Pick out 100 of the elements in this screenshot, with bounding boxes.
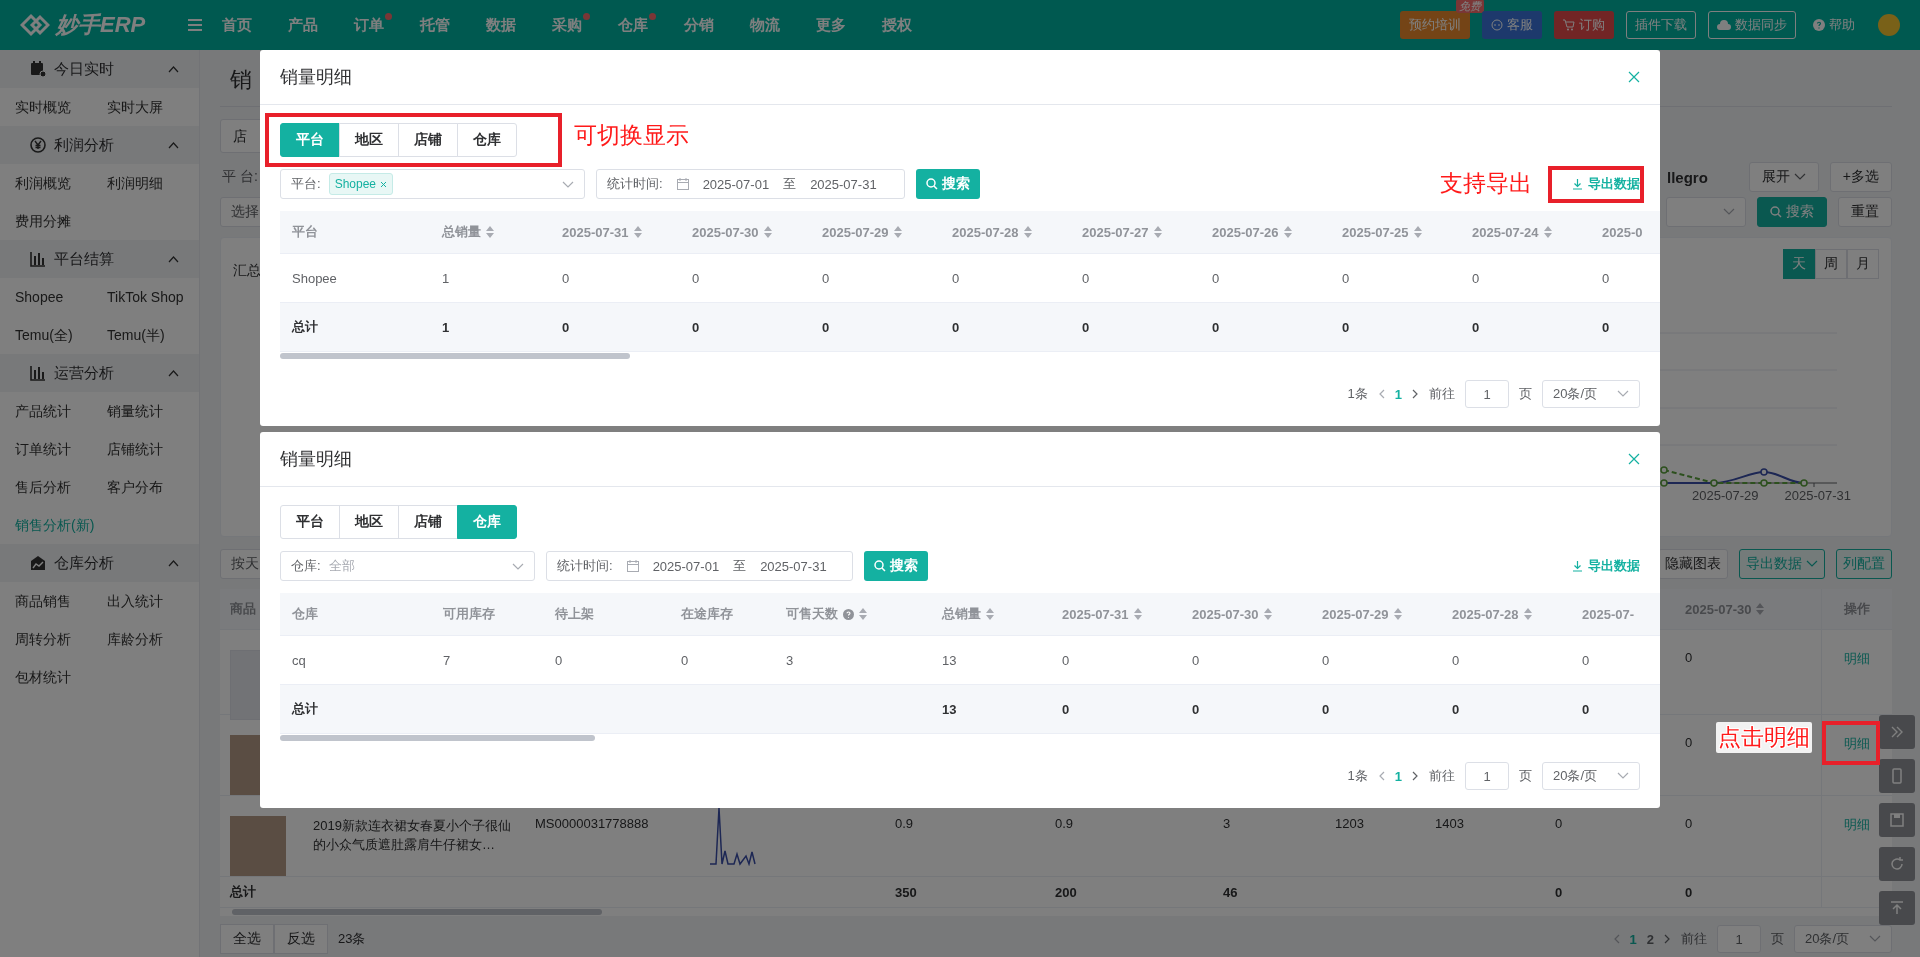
- table-cell: 0: [1342, 319, 1350, 335]
- table-cell: 0: [1082, 319, 1090, 335]
- table-cell: 0: [1062, 701, 1070, 717]
- table-cell: 0: [1685, 816, 1693, 831]
- annotation-text: 可切换显示: [574, 121, 689, 150]
- table-cell: 0: [1582, 652, 1590, 668]
- goto-label: 前往: [1429, 767, 1455, 785]
- table-cell: 0: [1685, 650, 1693, 665]
- table-cell: 0: [555, 652, 563, 668]
- table-cell: 0: [822, 319, 830, 335]
- group-title: 利润分析: [54, 135, 114, 155]
- table-cell: 0: [822, 270, 830, 286]
- goto-label: 前往: [1681, 930, 1707, 948]
- table-cell: 13: [942, 701, 957, 717]
- table-cell: 0: [562, 319, 570, 335]
- total-count: 1条: [1347, 767, 1368, 785]
- group-title: 运营分析: [54, 363, 114, 383]
- table-cell: 0: [1452, 701, 1460, 717]
- table-cell: 0: [1192, 652, 1200, 668]
- table-cell: 总计: [292, 700, 318, 718]
- table-cell: 0: [1472, 270, 1480, 286]
- table-cell: 1403: [1435, 816, 1464, 831]
- table-cell: 0: [1472, 319, 1480, 335]
- table-cell: 46: [1223, 884, 1238, 900]
- column-header: 2025-07-: [1582, 606, 1635, 622]
- table-cell: 1: [442, 319, 450, 335]
- dialog-title: 销量明细: [280, 66, 352, 89]
- column-header: 2025-07-28: [1452, 606, 1519, 622]
- page-unit: 页: [1519, 385, 1532, 403]
- table-cell: 0: [1555, 816, 1563, 831]
- column-header: 待上架: [555, 605, 594, 623]
- table-cell: 1: [442, 270, 450, 286]
- total-count: 1条: [1347, 385, 1368, 403]
- row-count: 23条: [338, 930, 366, 948]
- column-header: 2025-07-29: [822, 224, 889, 240]
- table-cell: 0: [952, 319, 960, 335]
- column-header: 2025-07-31: [1062, 606, 1129, 622]
- product-name: 2019新款连衣裙女春夏小个子很仙的小众气质遮肚露肩牛仔裙女…: [313, 817, 512, 854]
- table-cell: 0: [692, 270, 700, 286]
- table-cell: 0.9: [895, 816, 914, 831]
- total-label: 总计: [230, 883, 256, 901]
- table-cell: 0.9: [1055, 816, 1074, 831]
- table-cell: 200: [1055, 884, 1077, 900]
- column-header: 仓库: [292, 605, 318, 623]
- table-cell: 0: [1452, 652, 1460, 668]
- column-header: 总销量: [442, 223, 481, 241]
- column-header: 可用库存: [443, 605, 495, 623]
- table-cell: 0: [1602, 319, 1610, 335]
- goto-label: 前往: [1429, 385, 1455, 403]
- column-header: 2025-07-30: [692, 224, 759, 240]
- platform-label: 平 台:: [221, 168, 258, 186]
- table-cell: 3: [1223, 816, 1231, 831]
- sku-text: MS0000031778888: [535, 816, 649, 831]
- card-title: 汇总: [233, 261, 261, 280]
- annotation-text: 点击明细: [1716, 722, 1812, 753]
- table-cell: 0: [1602, 270, 1610, 286]
- column-header: 2025-07-24: [1472, 224, 1539, 240]
- column-header: 2025-07-25: [1342, 224, 1409, 240]
- column-header: 2025-0: [1602, 224, 1643, 240]
- table-cell: 0: [1555, 884, 1563, 900]
- axis-label: 2025-07-29: [1692, 488, 1759, 503]
- column-header: 2025-07-28: [952, 224, 1019, 240]
- group-title: 平台结算: [54, 249, 114, 269]
- table-cell: 0: [1342, 270, 1350, 286]
- annotation-text: 支持导出: [1440, 169, 1532, 198]
- column-header: 在途库存: [681, 605, 733, 623]
- column-header: 2025-07-26: [1212, 224, 1279, 240]
- column-header: 2025-07-30: [1192, 606, 1259, 622]
- table-cell: 0: [1212, 270, 1220, 286]
- table-cell: 0: [1322, 652, 1330, 668]
- table-cell: 0: [1322, 701, 1330, 717]
- table-cell: 13: [942, 652, 957, 668]
- table-cell: 7: [443, 652, 451, 668]
- table-cell: cq: [292, 652, 306, 668]
- table-cell: 350: [895, 884, 917, 900]
- group-title: 仓库分析: [54, 553, 114, 573]
- axis-label: 2025-07-31: [1784, 488, 1851, 503]
- table-cell: 0: [1062, 652, 1070, 668]
- table-cell: 0: [1582, 701, 1590, 717]
- table-cell: 0: [681, 652, 689, 668]
- table-cell: 1203: [1335, 816, 1364, 831]
- column-header: 2025-07-27: [1082, 224, 1149, 240]
- table-cell: 3: [786, 652, 794, 668]
- column-header: 2025-07-29: [1322, 606, 1389, 622]
- table-cell: 0: [952, 270, 960, 286]
- dialog-title: 销量明细: [280, 448, 352, 471]
- group-title: 今日实时: [54, 59, 114, 79]
- table-cell: 0: [1192, 701, 1200, 717]
- table-cell: 总计: [292, 318, 318, 336]
- table-cell: 0: [562, 270, 570, 286]
- column-header: 平台: [292, 223, 318, 241]
- table-cell: 0: [1212, 319, 1220, 335]
- badge: 免费: [1456, 0, 1484, 13]
- table-cell: 0: [1685, 884, 1693, 900]
- table-cell: 0: [1082, 270, 1090, 286]
- table-cell: 0: [1685, 735, 1693, 750]
- table-cell: Shopee: [292, 270, 337, 286]
- table-cell: 0: [692, 319, 700, 335]
- column-header: 可售天数: [786, 605, 838, 623]
- page-title: 销: [230, 67, 252, 92]
